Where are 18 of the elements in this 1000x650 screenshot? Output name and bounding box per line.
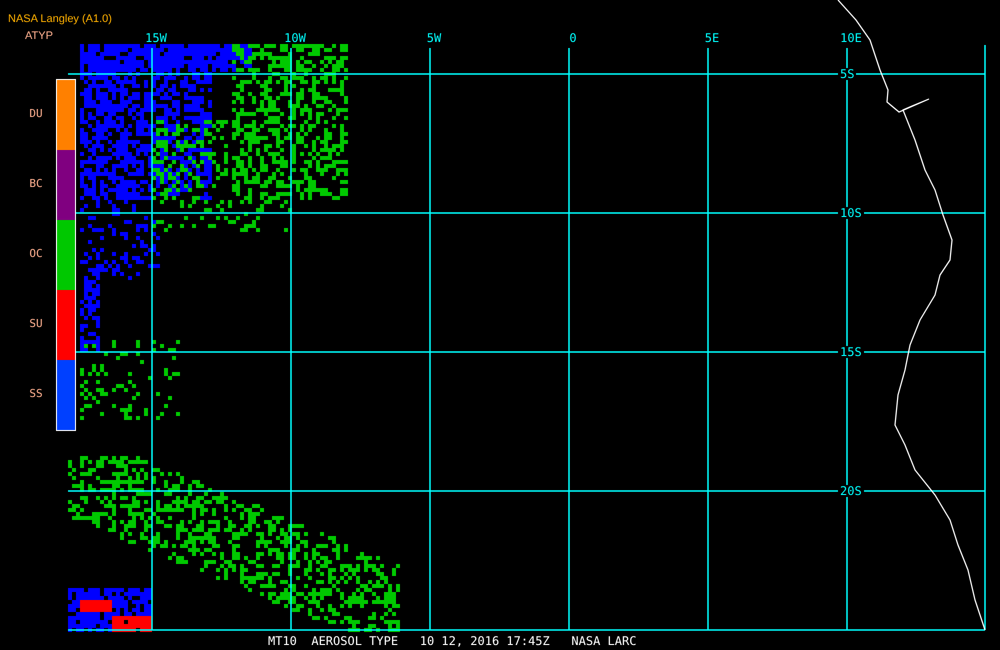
legend-label: SS [29,386,43,402]
longitude-label: 15W [145,32,167,44]
longitude-label: 10W [284,32,306,44]
legend-label: BC [29,176,43,192]
longitude-label: 10E [840,32,862,44]
legend-label: DU [29,106,43,122]
legend-label: SU [29,316,43,332]
legend-label: OC [29,246,43,262]
product-label: ATYP [25,31,53,42]
longitude-label: 0 [569,32,577,44]
latitude-label: 10S [838,207,864,219]
latitude-label: 20S [838,485,864,497]
footer-caption: MT10 AEROSOL TYPE 10 12, 2016 17:45Z NASA LARC [268,635,636,647]
map-title: NASA Langley (A1.0) [8,14,112,25]
latitude-label: 15S [838,346,864,358]
longitude-label: 5W [426,32,442,44]
longitude-label: 5E [704,32,720,44]
latitude-label: 5S [838,68,856,80]
